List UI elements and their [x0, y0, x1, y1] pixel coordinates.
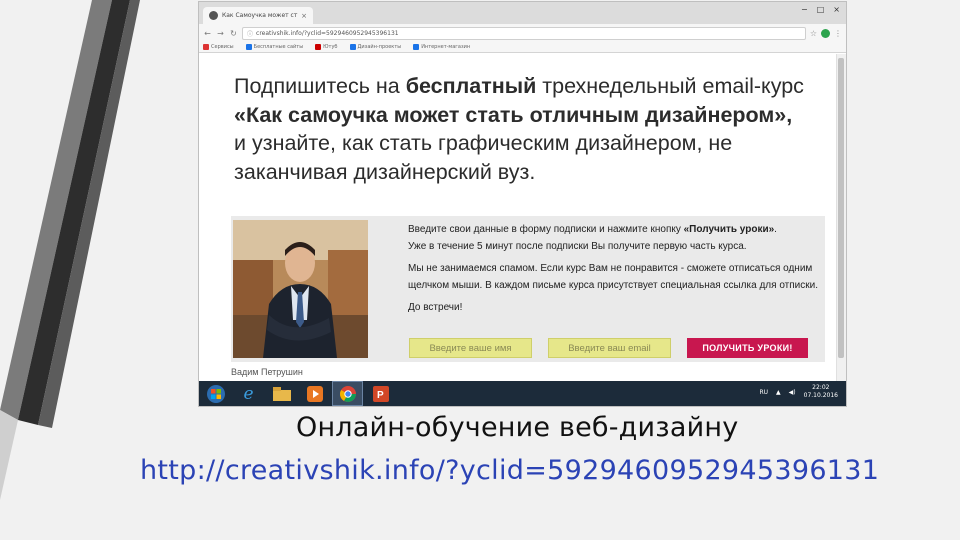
bookmark-icon [349, 44, 356, 50]
language-indicator[interactable]: RU [759, 389, 768, 396]
system-tray: RU ▲ ◀) 22:02 07.10.2016 [759, 384, 838, 400]
course-title: «Как самоучка может стать отличным дизай… [234, 102, 793, 127]
instruction-text: Введите свои данные в форму подписки и н… [408, 224, 777, 252]
get-lessons-button[interactable]: ПОЛУЧИТЬ УРОКИ! [687, 338, 808, 358]
powerpoint-icon: P [372, 385, 389, 402]
bookmark-item[interactable]: Дизайн-проекты [349, 44, 401, 50]
headline-emphasis: бесплатный [405, 74, 537, 98]
youtube-icon [315, 44, 322, 50]
subscribe-panel: Введите свои данные в форму подписки и н… [231, 216, 825, 362]
subscribe-message: Введите свои данные в форму подписки и н… [408, 222, 846, 323]
bookmarks-bar: Сервисы Бесплатные сайты Ютуб Дизайн-про… [199, 42, 846, 53]
site-favicon-icon [209, 11, 218, 20]
email-input[interactable]: Введите ваш email [548, 338, 671, 358]
back-arrow-icon[interactable]: ← [203, 29, 212, 38]
window-controls: − □ × [801, 5, 840, 14]
media-player-icon [306, 385, 323, 402]
browser-tab[interactable]: Как Самоучка может ст... × [203, 7, 313, 24]
address-bar: ← → ↻ ⓘ creativshik.info/?yclid=59294609… [199, 24, 846, 42]
web-page: Подпишитесь на бесплатный трехнедельный … [199, 54, 837, 381]
page-headline: Подпишитесь на бесплатный трехнедельный … [234, 74, 804, 184]
clock[interactable]: 22:02 07.10.2016 [804, 384, 838, 400]
volume-icon[interactable]: ◀) [789, 389, 796, 396]
bookmark-item[interactable]: Сервисы [203, 44, 234, 50]
internet-explorer-icon: e [243, 383, 254, 404]
minimize-button[interactable]: − [801, 5, 808, 14]
tab-close-icon[interactable]: × [301, 12, 307, 20]
taskbar-media[interactable] [299, 381, 330, 406]
bookmark-item[interactable]: Бесплатные сайты [245, 44, 303, 50]
bookmark-star-icon[interactable]: ☆ [810, 29, 817, 38]
tab-title: Как Самоучка может ст... [222, 12, 299, 19]
svg-text:P: P [377, 390, 384, 401]
maximize-button[interactable]: □ [817, 5, 825, 14]
site-info-icon[interactable]: ⓘ [247, 29, 253, 38]
page-scrollbar[interactable] [836, 54, 846, 381]
chrome-icon [339, 385, 356, 402]
author-name: Вадим Петрушин [231, 367, 303, 377]
url-field[interactable]: ⓘ creativshik.info/?yclid=59294609529453… [242, 26, 806, 40]
no-spam-text: Мы не занимаемся спамом. Если курс Вам н… [408, 263, 818, 291]
source-link[interactable]: http://creativshik.info/?yclid=592946095… [140, 455, 879, 486]
author-portrait-image [233, 220, 368, 358]
taskbar-ie[interactable]: e [233, 381, 264, 406]
menu-icon[interactable]: ⋮ [834, 29, 842, 38]
windows-logo-icon [206, 384, 225, 403]
bookmark-icon [245, 44, 252, 50]
scrollbar-thumb[interactable] [838, 58, 844, 358]
name-input[interactable]: Введите ваше имя [409, 338, 532, 358]
bookmark-icon [413, 44, 420, 50]
tab-bar: Как Самоучка может ст... × − □ × [199, 2, 846, 24]
bookmark-item[interactable]: Интернет-магазин [413, 44, 470, 50]
windows-taskbar: e P RU ▲ ◀) 22:02 07.10.2016 [199, 381, 846, 406]
diagonal-ribbons [0, 0, 140, 500]
farewell-text: До встречи! [408, 302, 463, 313]
folder-icon [272, 386, 291, 401]
reload-icon[interactable]: ↻ [229, 29, 238, 38]
extension-icon[interactable] [821, 28, 830, 38]
forward-arrow-icon[interactable]: → [216, 29, 225, 38]
browser-screenshot: Как Самоучка может ст... × − □ × ← → ↻ ⓘ… [199, 2, 846, 406]
start-button[interactable] [200, 381, 231, 406]
apps-icon [203, 44, 209, 50]
author-photo [233, 220, 368, 358]
slide-decoration [0, 0, 140, 540]
network-icon[interactable]: ▲ [776, 389, 781, 396]
taskbar-chrome[interactable] [332, 381, 363, 406]
close-window-button[interactable]: × [833, 5, 840, 14]
taskbar-powerpoint[interactable]: P [365, 381, 396, 406]
taskbar-explorer[interactable] [266, 381, 297, 406]
bookmark-item[interactable]: Ютуб [315, 44, 338, 50]
slide-caption: Онлайн-обучение веб-дизайну [296, 412, 739, 443]
url-text: creativshik.info/?yclid=5929460952945396… [256, 29, 399, 37]
